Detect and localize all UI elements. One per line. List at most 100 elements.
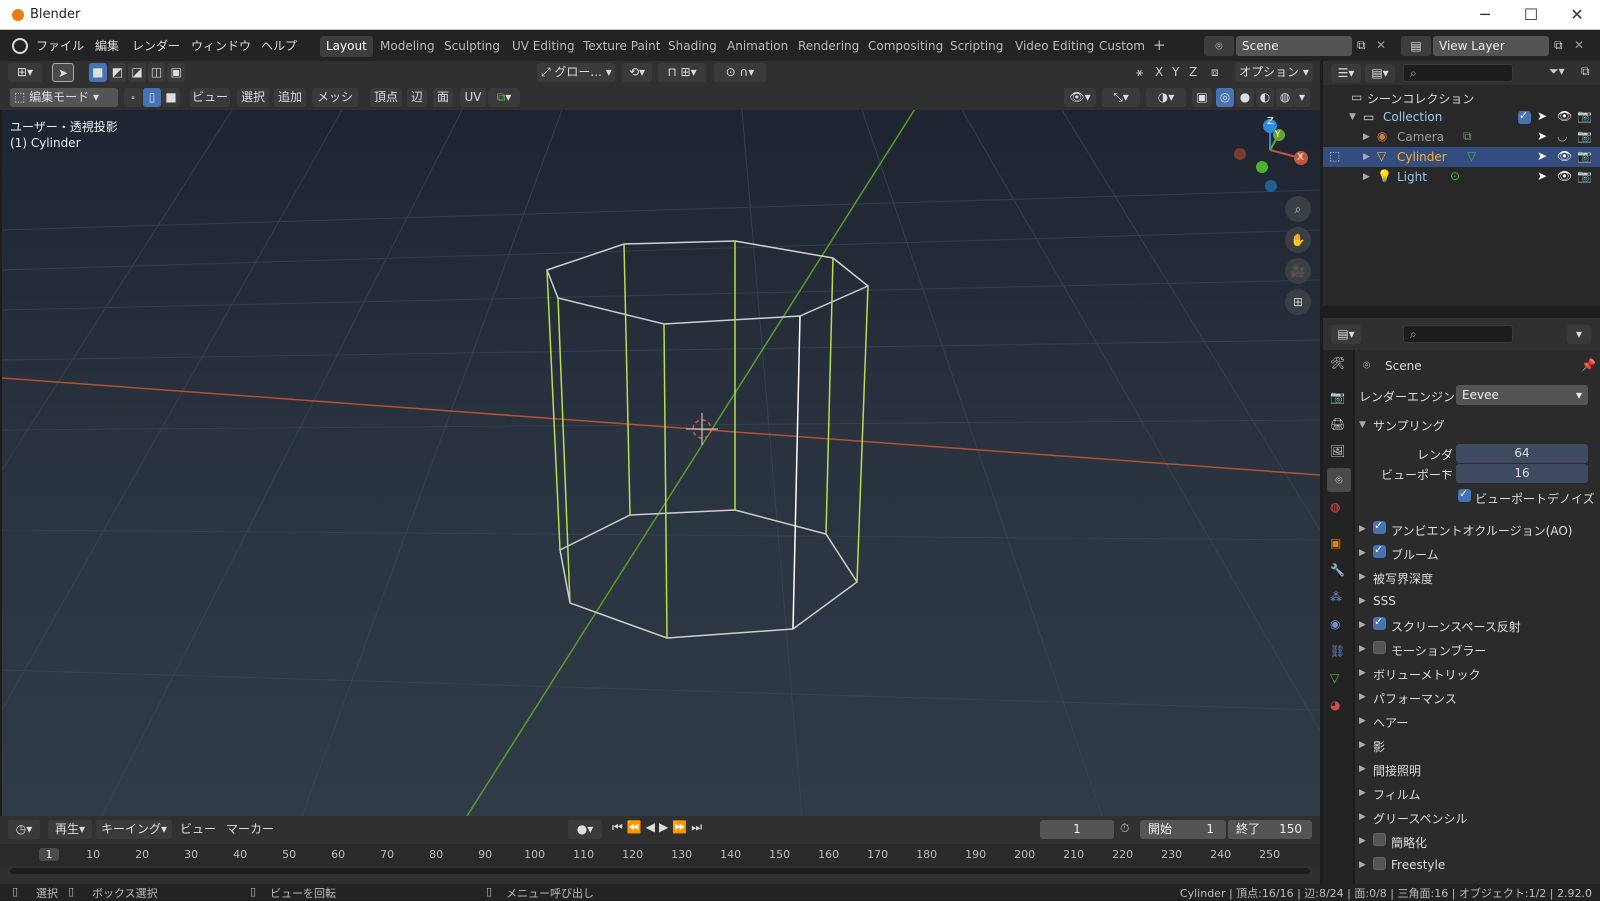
- new-scene-icon[interactable]: ⧉: [1357, 38, 1366, 53]
- cylinder-render-icon[interactable]: 📷: [1577, 149, 1592, 163]
- menu-uv[interactable]: UV: [460, 88, 486, 107]
- tab-uv-editing[interactable]: UV Editing: [506, 36, 581, 57]
- menu-edge[interactable]: 辺: [407, 88, 427, 107]
- outliner-item-cylinder[interactable]: ⬚ ▶ ▽ Cylinder ▽ ➤ 👁 📷: [1323, 147, 1600, 167]
- light-eye-icon[interactable]: 👁: [1557, 169, 1572, 183]
- expand-triangle-icon[interactable]: ▶: [1359, 716, 1366, 726]
- collection-select-icon[interactable]: ➤: [1537, 109, 1547, 123]
- wireframe-shading-icon[interactable]: ◎: [1216, 88, 1234, 107]
- physics-tab-icon[interactable]: ◉: [1330, 617, 1340, 631]
- expand-triangle-icon[interactable]: ▶: [1359, 620, 1366, 630]
- solid-shading-icon[interactable]: ●: [1236, 88, 1254, 107]
- playback-dropdown[interactable]: 再生▾: [48, 820, 92, 839]
- render-engine-dropdown[interactable]: Eevee ▾: [1456, 385, 1588, 405]
- close-button[interactable]: ✕: [1554, 0, 1600, 30]
- menu-add[interactable]: 追加: [274, 88, 306, 107]
- expand-triangle-icon[interactable]: ▶: [1359, 788, 1366, 798]
- minimize-button[interactable]: ─: [1462, 0, 1508, 30]
- expand-triangle-icon[interactable]: ▶: [1363, 132, 1370, 142]
- play-icon[interactable]: ▶: [659, 820, 672, 834]
- xray-icon[interactable]: ▣: [1192, 88, 1212, 107]
- menu-view[interactable]: ビュー: [190, 88, 230, 107]
- panel-row[interactable]: ▶ Freestyle: [1355, 856, 1600, 876]
- tab-sculpting[interactable]: Sculpting: [438, 36, 506, 57]
- expand-triangle-icon[interactable]: ▶: [1359, 764, 1366, 774]
- panel-row[interactable]: ▶ フィルム: [1355, 784, 1600, 804]
- panel-row[interactable]: ▶ モーションブラー: [1355, 640, 1600, 660]
- clock-icon[interactable]: ⏱: [1120, 821, 1129, 836]
- prev-keyframe-icon[interactable]: ⏪: [627, 820, 646, 834]
- snap-icon[interactable]: ⊓ ⊞▾: [658, 63, 706, 82]
- expand-triangle-icon[interactable]: ▶: [1359, 548, 1366, 558]
- collection-eye-icon[interactable]: 👁: [1557, 109, 1572, 123]
- vertex-select-icon[interactable]: ⬞: [124, 88, 142, 107]
- properties-options-icon[interactable]: ▾: [1567, 325, 1591, 344]
- expand-triangle-icon[interactable]: ▶: [1359, 740, 1366, 750]
- end-frame-field[interactable]: 終了 150: [1228, 820, 1312, 839]
- expand-triangle-icon[interactable]: ▶: [1359, 596, 1366, 606]
- panel-checkbox[interactable]: [1373, 615, 1386, 630]
- filter-icon[interactable]: ⏷▾: [1549, 64, 1565, 79]
- start-frame-field[interactable]: 開始 1: [1140, 820, 1226, 839]
- menu-window[interactable]: ウィンドウ: [191, 37, 251, 54]
- view-layer-field[interactable]: View Layer: [1433, 36, 1549, 56]
- outliner-search-input[interactable]: ⌕: [1403, 64, 1513, 82]
- viewport-denoise-checkbox[interactable]: [1458, 487, 1471, 502]
- delete-scene-icon[interactable]: ✕: [1376, 38, 1386, 52]
- render-samples-field[interactable]: 64: [1456, 444, 1588, 463]
- tab-custom[interactable]: Custom: [1093, 36, 1151, 57]
- outliner-root-row[interactable]: ▭ シーンコレクション: [1323, 87, 1600, 107]
- overlays-icon[interactable]: ◑▾: [1146, 88, 1186, 107]
- sampling-triangle-icon[interactable]: ▼: [1359, 420, 1366, 430]
- properties-search-input[interactable]: ⌕: [1403, 325, 1513, 343]
- uv-sync-icon[interactable]: ⧉▾: [488, 88, 520, 107]
- auto-merge-icon[interactable]: ⧈: [1211, 65, 1219, 80]
- blender-menu-icon[interactable]: [12, 38, 28, 54]
- editor-type-icon[interactable]: ⊞▾: [8, 63, 42, 82]
- expand-triangle-icon[interactable]: ▶: [1359, 644, 1366, 654]
- expand-triangle-icon[interactable]: ▶: [1359, 572, 1366, 582]
- edit-mode-icon[interactable]: ⬚: [1329, 149, 1340, 163]
- timeline-editor-icon[interactable]: ◷▾: [8, 820, 40, 839]
- frame-ruler[interactable]: 1 10 20 30 40 50 60 70 80 90 100 110 120 130 140 150 160…: [0, 844, 1320, 866]
- jump-end-icon[interactable]: ⏭: [691, 820, 706, 834]
- options-dropdown[interactable]: オプション ▾: [1235, 63, 1313, 82]
- material-shading-icon[interactable]: ◐: [1256, 88, 1274, 107]
- proportional-edit-icon[interactable]: ⊙ ∩▾: [714, 63, 766, 82]
- panel-checkbox[interactable]: [1373, 641, 1386, 654]
- axis-y-toggle[interactable]: Y: [1172, 65, 1179, 79]
- menu-select[interactable]: 選択: [237, 88, 269, 107]
- mode-set-icon[interactable]: ■: [89, 63, 107, 82]
- tab-animation[interactable]: Animation: [721, 36, 794, 57]
- view-layer-browse-icon[interactable]: ▤: [1401, 36, 1431, 56]
- tab-scripting[interactable]: Scripting: [944, 36, 1009, 57]
- panel-row[interactable]: ▶ ブルーム: [1355, 543, 1600, 564]
- visibility-icon[interactable]: 👁▾: [1064, 88, 1096, 107]
- mode-intersect-icon[interactable]: ▣: [167, 63, 185, 82]
- panel-checkbox[interactable]: [1373, 857, 1386, 870]
- menu-edit[interactable]: 編集: [95, 37, 119, 54]
- delete-view-layer-icon[interactable]: ✕: [1574, 38, 1584, 52]
- outliner-editor-icon[interactable]: ☰▾: [1331, 64, 1361, 83]
- scene-tab-icon[interactable]: ⌾: [1327, 468, 1351, 492]
- properties-editor-icon[interactable]: ▤▾: [1331, 325, 1361, 344]
- outliner-item-camera[interactable]: ▶ ◉ Camera ⧉ ➤ ◡ 📷: [1323, 127, 1600, 147]
- modifier-tab-icon[interactable]: 🔧: [1330, 563, 1345, 577]
- data-tab-icon[interactable]: ▽: [1330, 671, 1339, 685]
- render-tab-icon[interactable]: 📷: [1330, 390, 1345, 404]
- mode-difference-icon[interactable]: ◫: [147, 63, 166, 82]
- viewport-3d[interactable]: ユーザー・透視投影 (1) Cylinder Z X Y ⌕ ✋ 🎥 ⊞: [2, 110, 1320, 816]
- collapse-triangle-icon[interactable]: ▼: [1349, 112, 1356, 122]
- outliner-collection-row[interactable]: ▼ ▭ Collection ➤ 👁 📷: [1323, 107, 1600, 127]
- panel-row[interactable]: ▶ グリースペンシル: [1355, 808, 1600, 828]
- camera-hidden-icon[interactable]: ◡: [1557, 129, 1567, 143]
- tab-modeling[interactable]: Modeling: [374, 36, 441, 57]
- view-layer-tab-icon[interactable]: 🖼: [1330, 444, 1345, 458]
- object-tab-icon[interactable]: ▣: [1330, 536, 1341, 550]
- mode-dropdown[interactable]: ⬚ 編集モード ▾: [10, 88, 118, 107]
- tab-texture-paint[interactable]: Texture Paint: [577, 36, 666, 57]
- light-select-icon[interactable]: ➤: [1537, 169, 1547, 183]
- cylinder-select-icon[interactable]: ➤: [1537, 149, 1547, 163]
- tab-shading[interactable]: Shading: [662, 36, 723, 57]
- panel-row[interactable]: ▶ ヘアー: [1355, 712, 1600, 732]
